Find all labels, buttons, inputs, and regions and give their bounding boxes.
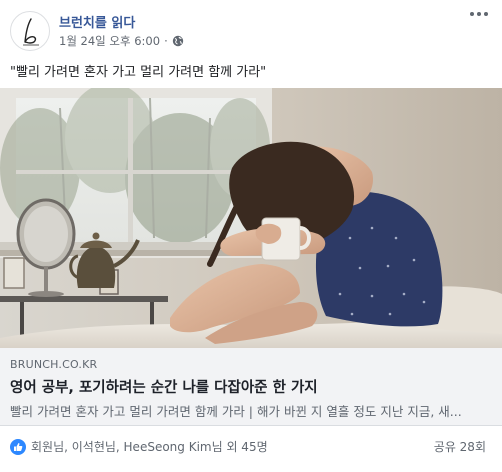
post-timestamp[interactable]: 1월 24일 오후 6:00 [59, 33, 160, 49]
post-text: "빨리 가려면 혼자 가고 멀리 가려면 함께 가라" [10, 65, 267, 80]
more-dot [477, 12, 481, 16]
brunch-logo-icon [23, 18, 39, 46]
more-dot [470, 12, 474, 16]
link-title[interactable]: 영어 공부, 포기하려는 순간 나를 다잡아준 한 가지 [10, 376, 318, 397]
link-preview[interactable]: BRUNCH.CO.KR 영어 공부, 포기하려는 순간 나를 다잡아준 한 가… [0, 348, 502, 426]
link-description: 빨리 가려면 혼자 가고 멀리 가려면 함께 가라 | 해가 바뀐 지 열흘 정… [10, 404, 462, 419]
page-name-link[interactable]: 브런치를 읽다 [59, 12, 135, 31]
reactions-summary[interactable]: 회원님, 이석현님, HeeSeong Kim님 외 45명 [10, 438, 268, 455]
more-dot [484, 12, 488, 16]
reactions-text: 회원님, 이석현님, HeeSeong Kim님 외 45명 [31, 440, 268, 454]
link-domain: BRUNCH.CO.KR [10, 358, 98, 371]
post-meta: 1월 24일 오후 6:00 · [59, 33, 184, 49]
feed-post: 브런치를 읽다 1월 24일 오후 6:00 · "빨리 가려면 혼자 가고 멀… [0, 0, 502, 472]
meta-separator: · [164, 34, 168, 48]
more-options-icon[interactable] [470, 12, 488, 16]
page-avatar[interactable] [10, 11, 50, 51]
like-icon [10, 438, 26, 455]
globe-icon[interactable] [172, 35, 184, 47]
post-photo[interactable] [0, 88, 502, 348]
shares-count[interactable]: 공유 28회 [434, 438, 486, 455]
